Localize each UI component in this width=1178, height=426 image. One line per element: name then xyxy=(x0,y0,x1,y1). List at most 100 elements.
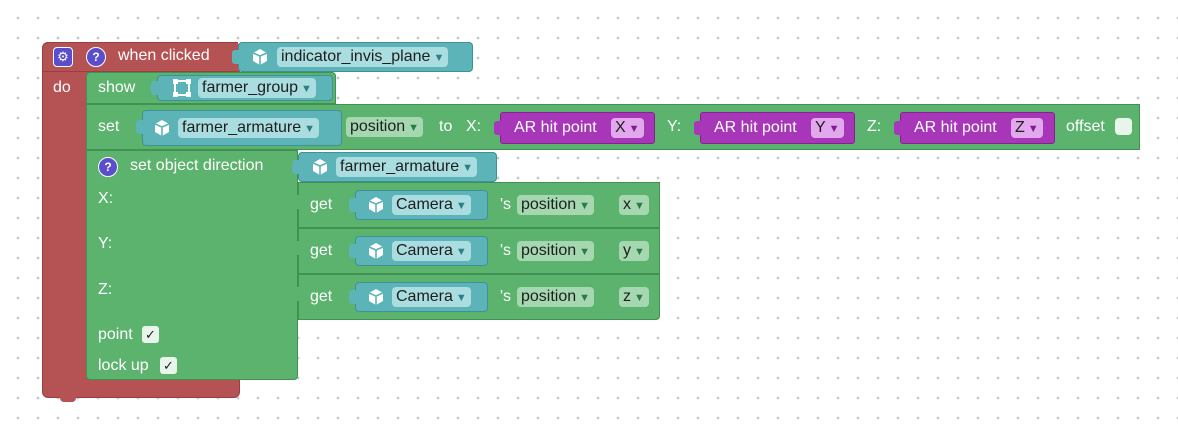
offset-checkbox[interactable] xyxy=(1115,118,1132,135)
chevron-down-icon: ▼ xyxy=(408,122,420,134)
chevron-down-icon: ▼ xyxy=(579,200,591,212)
cube-icon xyxy=(310,157,330,177)
puzzle-connector xyxy=(232,50,239,64)
question-icon[interactable]: ? xyxy=(86,47,106,67)
chevron-down-icon: ▼ xyxy=(634,292,645,304)
get-label: get xyxy=(310,242,333,259)
set-property-value: position xyxy=(350,118,406,135)
puzzle-connector xyxy=(292,160,299,174)
chevron-down-icon: ▼ xyxy=(1027,123,1039,135)
ar-y-dropdown[interactable]: Y ▼ xyxy=(811,118,844,138)
puzzle-connector xyxy=(292,287,299,301)
lockup-checkbox[interactable]: ✓ xyxy=(160,357,177,374)
get-property-value: position xyxy=(521,242,577,259)
cube-icon xyxy=(250,47,270,67)
chevron-down-icon: ▼ xyxy=(433,52,445,64)
z-label: Z: xyxy=(867,118,882,135)
chevron-down-icon: ▼ xyxy=(462,162,474,174)
puzzle-connector xyxy=(349,198,356,212)
direction-object-dropdown[interactable]: farmer_armature ▼ xyxy=(336,157,478,177)
get-axis-value: z xyxy=(623,288,631,305)
point-checkbox[interactable]: ✓ xyxy=(142,326,159,343)
chevron-down-icon: ▼ xyxy=(628,123,640,135)
chevron-down-icon: ▼ xyxy=(455,292,467,304)
puzzle-connector xyxy=(894,121,901,135)
event-object-value: indicator_invis_plane xyxy=(281,48,431,65)
get-object-dropdown[interactable]: Camera ▼ xyxy=(392,287,471,307)
direction-object-value: farmer_armature xyxy=(340,158,460,175)
lockup-label: lock up xyxy=(98,357,149,374)
puzzle-connector xyxy=(292,195,299,209)
get-object-dropdown[interactable]: Camera ▼ xyxy=(392,195,471,215)
puzzle-connector xyxy=(494,121,501,135)
to-label: to xyxy=(439,118,453,135)
set-object-dropdown[interactable]: farmer_armature ▼ xyxy=(178,118,320,138)
chevron-down-icon: ▼ xyxy=(455,200,467,212)
chevron-down-icon: ▼ xyxy=(634,246,645,258)
ar-hit-point-label: AR hit point xyxy=(914,119,997,136)
show-label: show xyxy=(98,79,136,96)
show-object-dropdown[interactable]: farmer_group ▼ xyxy=(198,78,316,98)
get-object-value: Camera xyxy=(396,196,453,213)
set-label: set xyxy=(98,118,120,135)
get-axis-dropdown[interactable]: z ▼ xyxy=(619,287,649,307)
cube-icon xyxy=(366,241,386,261)
cube-icon xyxy=(152,118,172,138)
cube-icon xyxy=(366,195,386,215)
chevron-down-icon: ▼ xyxy=(634,200,645,212)
direction-z-label: Z: xyxy=(98,281,113,298)
do-label: do xyxy=(53,79,71,96)
puzzle-connector xyxy=(349,290,356,304)
ar-y-value: Y xyxy=(815,119,826,136)
puzzle-connector xyxy=(694,121,701,135)
event-object-dropdown[interactable]: indicator_invis_plane ▼ xyxy=(277,47,449,67)
ar-z-dropdown[interactable]: Z ▼ xyxy=(1011,118,1043,138)
get-axis-value: x xyxy=(623,196,631,213)
get-property-value: position xyxy=(521,288,577,305)
chevron-down-icon: ▼ xyxy=(579,292,591,304)
set-object-direction-block[interactable] xyxy=(86,150,298,380)
offset-label: offset xyxy=(1066,118,1105,135)
chevron-down-icon: ▼ xyxy=(301,83,312,95)
get-property-dropdown[interactable]: position ▼ xyxy=(517,241,595,261)
x-label: X: xyxy=(466,118,482,135)
point-label: point xyxy=(98,326,133,343)
direction-label: set object direction xyxy=(130,157,264,174)
ar-x-dropdown[interactable]: X ▼ xyxy=(611,118,644,138)
get-label: get xyxy=(310,288,333,305)
get-object-value: Camera xyxy=(396,242,453,259)
direction-y-label: Y: xyxy=(98,235,113,252)
direction-x-label: X: xyxy=(98,190,114,207)
get-label: get xyxy=(310,196,333,213)
chevron-down-icon: ▼ xyxy=(579,246,591,258)
ar-z-value: Z xyxy=(1015,119,1025,136)
puzzle-connector xyxy=(151,81,158,95)
ar-hit-point-label: AR hit point xyxy=(714,119,797,136)
possessive-label: 's xyxy=(500,288,512,305)
group-icon xyxy=(172,78,192,98)
get-property-dropdown[interactable]: position ▼ xyxy=(517,287,595,307)
get-axis-dropdown[interactable]: x ▼ xyxy=(619,195,649,215)
possessive-label: 's xyxy=(500,242,512,259)
get-object-dropdown[interactable]: Camera ▼ xyxy=(392,241,471,261)
get-axis-value: y xyxy=(623,242,631,259)
y-label: Y: xyxy=(667,118,682,135)
set-object-value: farmer_armature xyxy=(182,119,302,136)
puzzle-connector xyxy=(136,120,143,134)
event-block-notch xyxy=(60,396,76,402)
puzzle-connector xyxy=(292,241,299,255)
get-object-value: Camera xyxy=(396,288,453,305)
event-label: when clicked xyxy=(118,47,210,64)
get-axis-dropdown[interactable]: y ▼ xyxy=(619,241,649,261)
ar-x-value: X xyxy=(615,119,626,136)
question-icon[interactable]: ? xyxy=(98,157,118,177)
cube-icon xyxy=(366,287,386,307)
set-property-dropdown[interactable]: position ▼ xyxy=(346,117,424,137)
show-object-value: farmer_group xyxy=(202,79,299,96)
possessive-label: 's xyxy=(500,196,512,213)
get-property-value: position xyxy=(521,196,577,213)
chevron-down-icon: ▼ xyxy=(455,246,467,258)
gear-icon[interactable]: ⚙ xyxy=(53,47,73,67)
get-property-dropdown[interactable]: position ▼ xyxy=(517,195,595,215)
chevron-down-icon: ▼ xyxy=(304,123,316,135)
